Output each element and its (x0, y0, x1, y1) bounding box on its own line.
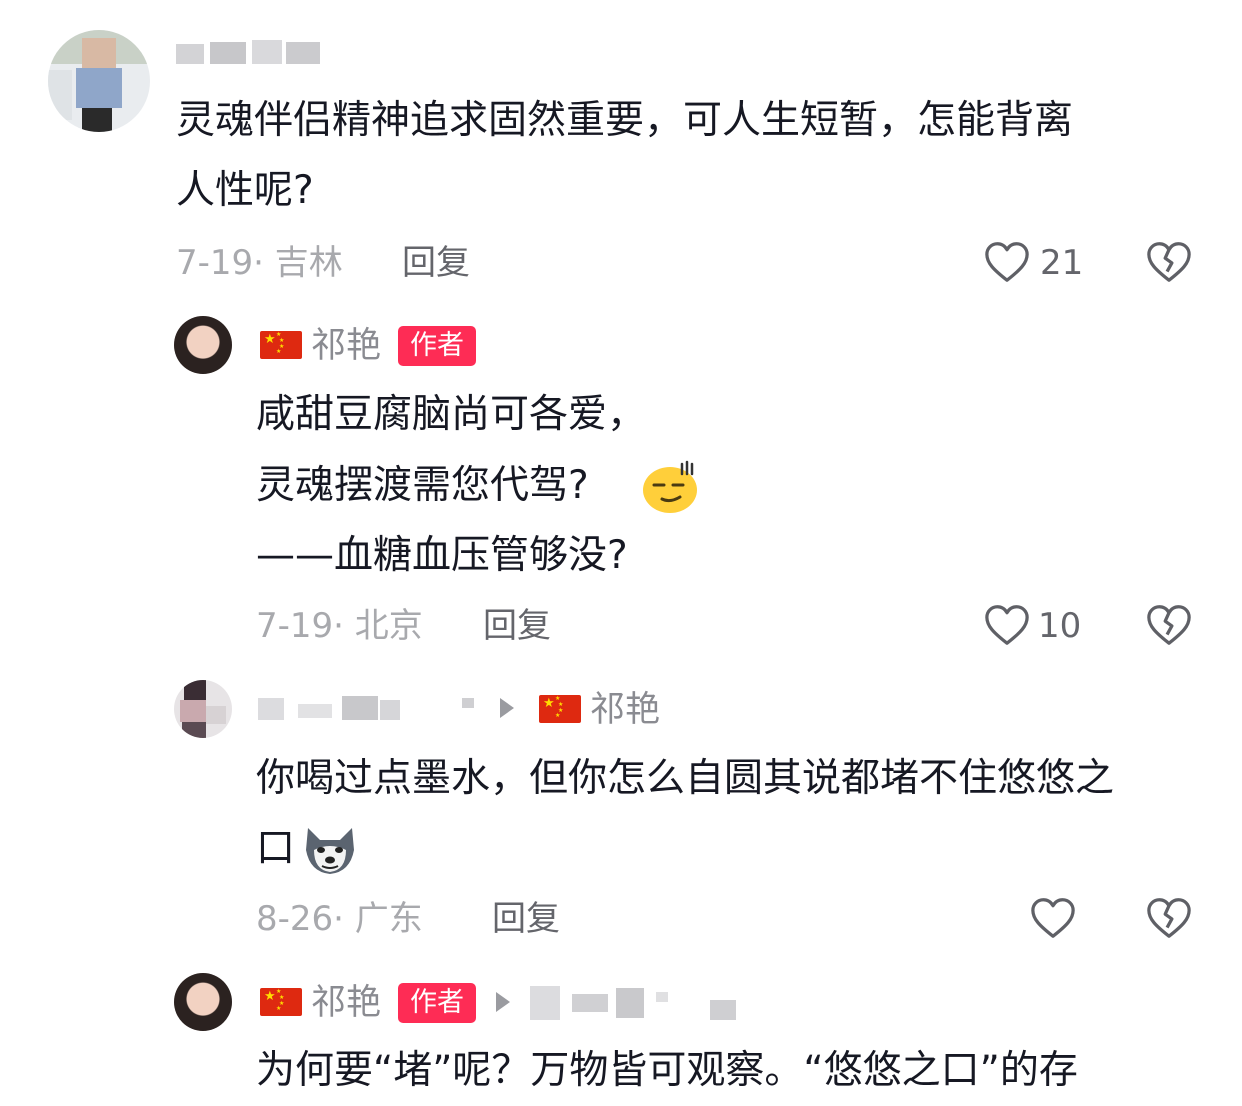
china-flag-icon: ★ ★ ★ ★ ★ (260, 331, 302, 359)
avatar[interactable] (48, 30, 150, 132)
comment-date: 7-19 (176, 243, 254, 283)
smirk-emoji (640, 458, 700, 518)
broken-heart-icon[interactable] (1146, 896, 1192, 940)
comment-location: 北京 (354, 606, 423, 646)
comment-text-line: 灵魂伴侣精神追求固然重要，可人生短暂，怎能背离 (176, 98, 1074, 143)
comment-location: 吉林 (274, 243, 343, 283)
username-blurred[interactable] (176, 40, 322, 66)
china-flag-icon: ★ ★ ★ ★ ★ (539, 695, 581, 723)
like-count: 10 (1038, 606, 1082, 646)
china-flag-icon: ★ ★ ★ ★ ★ (260, 988, 302, 1016)
comment-text-line: 口 (256, 826, 296, 871)
broken-heart-icon[interactable] (1146, 240, 1192, 284)
heart-icon[interactable] (984, 240, 1030, 284)
meta-separator: · (333, 606, 355, 646)
comment-meta: 7-19· 北京 (256, 606, 423, 646)
comment-date: 8-26 (256, 899, 334, 939)
comment-meta: 8-26· 广东 (256, 899, 423, 939)
avatar[interactable] (174, 316, 232, 374)
like-count: 21 (1040, 243, 1084, 283)
username-blurred[interactable] (530, 986, 740, 1020)
comment-meta: 7-19· 吉林 (176, 243, 343, 283)
author-badge: 作者 (398, 326, 476, 366)
broken-heart-icon[interactable] (1146, 603, 1192, 647)
reply-button[interactable]: 回复 (402, 243, 470, 283)
comment-date: 7-19 (256, 606, 334, 646)
heart-icon[interactable] (1030, 896, 1076, 940)
comment-location: 广东 (354, 899, 423, 939)
arrow-icon (496, 992, 510, 1012)
arrow-icon (500, 698, 514, 718)
heart-icon[interactable] (984, 603, 1030, 647)
comment-text-line: 咸甜豆腐脑尚可各爱， (256, 392, 647, 437)
comment-text-line: 灵魂摆渡需您代驾? (256, 463, 589, 508)
comment-text-line: 为何要“堵”呢？万物皆可观察。“悠悠之口”的存 (256, 1048, 1078, 1093)
dog-emoji (300, 820, 360, 880)
username[interactable]: 祁艳 (311, 983, 381, 1023)
author-badge: 作者 (398, 983, 476, 1023)
comment-text-line: 人性呢? (176, 168, 314, 213)
avatar[interactable] (174, 973, 232, 1031)
meta-separator: · (333, 899, 355, 939)
reply-button[interactable]: 回复 (483, 606, 551, 646)
username[interactable]: 祁艳 (311, 326, 381, 366)
meta-separator: · (253, 243, 275, 283)
comment-text-line: ——血糖血压管够没? (256, 533, 628, 578)
comment-text-line: 你喝过点墨水，但你怎么自圆其说都堵不住悠悠之 (256, 756, 1115, 801)
username-blurred[interactable] (258, 694, 482, 722)
reply-button[interactable]: 回复 (492, 899, 560, 939)
reply-to-username[interactable]: 祁艳 (590, 690, 660, 730)
avatar[interactable] (174, 680, 232, 738)
